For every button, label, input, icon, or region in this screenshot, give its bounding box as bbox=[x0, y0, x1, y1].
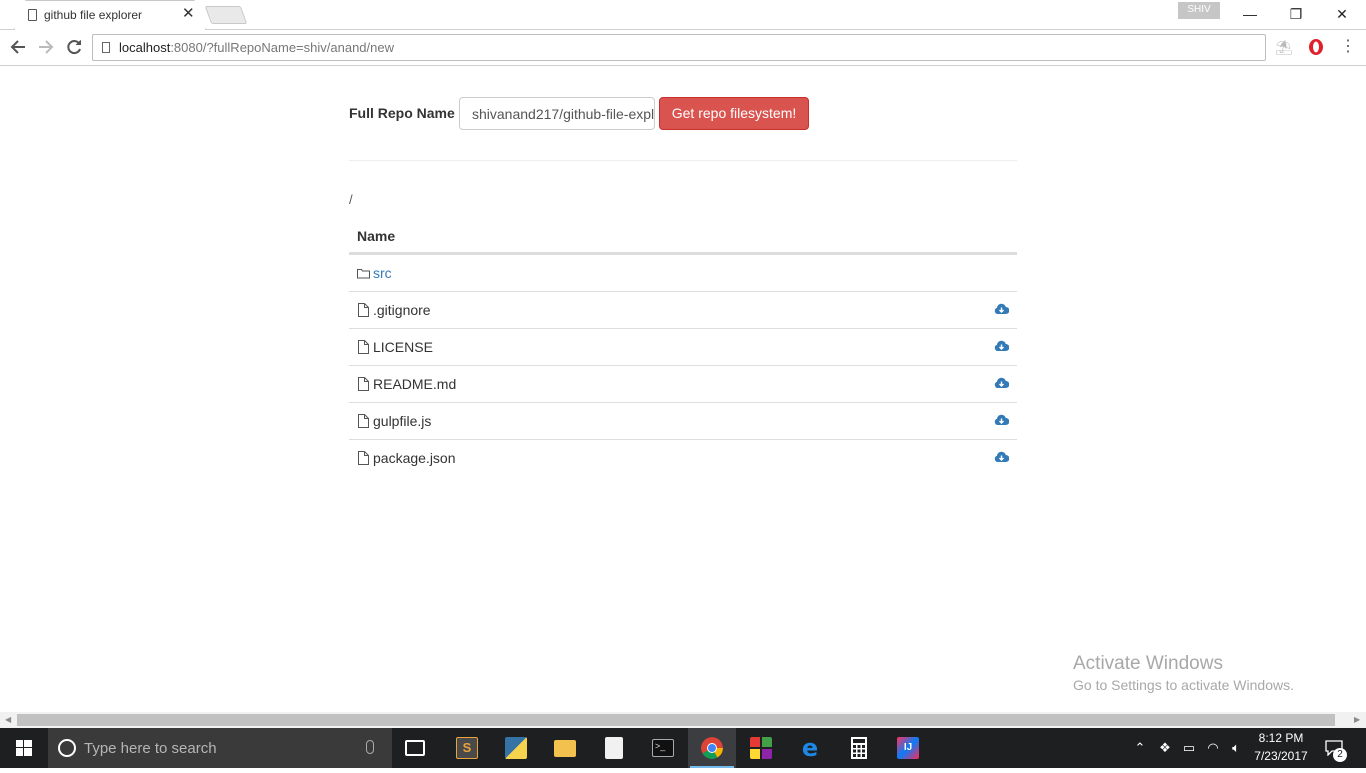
cortana-icon bbox=[58, 739, 76, 757]
table-row[interactable]: LICENSE bbox=[349, 328, 1017, 365]
task-view-icon bbox=[405, 740, 425, 756]
reload-icon[interactable] bbox=[63, 36, 85, 58]
url-path: :8080/?fullRepoName=shiv/anand/new bbox=[170, 40, 394, 55]
page-content: Full Repo Name shivanand217/github-file-… bbox=[0, 66, 1366, 712]
url-host: localhost bbox=[119, 40, 171, 55]
table-row[interactable]: package.json bbox=[349, 439, 1017, 476]
clock-date[interactable]: 7/23/2017 bbox=[1250, 749, 1312, 763]
download-cloud-icon[interactable] bbox=[994, 340, 1010, 353]
file-icon bbox=[357, 414, 370, 428]
close-window-button[interactable]: ✕ bbox=[1319, 0, 1365, 30]
row-name[interactable]: src bbox=[373, 265, 392, 281]
dropbox-icon[interactable]: ❖ bbox=[1157, 740, 1173, 756]
file-icon bbox=[357, 451, 370, 465]
forward-arrow-icon[interactable] bbox=[35, 36, 57, 58]
taskbar-app-sublime[interactable]: S bbox=[443, 728, 491, 768]
edge-icon: e bbox=[801, 734, 819, 762]
start-button[interactable] bbox=[0, 728, 48, 768]
divider bbox=[349, 160, 1017, 161]
browser-tab[interactable]: github file explorer ✕ bbox=[14, 0, 206, 30]
opera-extension-icon[interactable] bbox=[1307, 38, 1325, 56]
tray-chevron-up-icon[interactable]: ⌃ bbox=[1132, 740, 1148, 756]
sublime-text-icon: S bbox=[456, 737, 478, 759]
extension-icon[interactable]: ⛱ bbox=[1275, 38, 1293, 56]
taskbar-app-tiles[interactable] bbox=[737, 728, 785, 768]
colored-tiles-icon bbox=[750, 737, 772, 759]
download-cloud-icon[interactable] bbox=[994, 303, 1010, 316]
scroll-right-arrow-icon[interactable]: ▶ bbox=[1354, 715, 1360, 724]
clock-time[interactable]: 8:12 PM bbox=[1250, 731, 1312, 745]
scroll-left-arrow-icon[interactable]: ◀ bbox=[5, 715, 11, 724]
menu-kebab-icon[interactable]: ⋮ bbox=[1339, 38, 1357, 56]
scrollbar-thumb[interactable] bbox=[17, 714, 1335, 726]
table-row[interactable]: src bbox=[349, 254, 1017, 291]
microphone-icon[interactable] bbox=[366, 740, 374, 754]
python-icon bbox=[505, 737, 527, 759]
file-table: Name src .gitignore LICENSE README.md gu… bbox=[349, 217, 1017, 476]
new-tab-button[interactable] bbox=[204, 6, 248, 24]
file-icon bbox=[357, 303, 370, 317]
minimize-button[interactable]: — bbox=[1227, 0, 1273, 30]
table-row[interactable]: .gitignore bbox=[349, 291, 1017, 328]
battery-icon[interactable]: ▭ bbox=[1181, 740, 1197, 756]
back-arrow-icon[interactable] bbox=[7, 36, 29, 58]
wifi-icon[interactable]: ◠ bbox=[1205, 740, 1221, 756]
calculator-icon bbox=[851, 737, 867, 759]
restore-button[interactable]: ❐ bbox=[1273, 0, 1319, 30]
profile-badge[interactable]: SHIV bbox=[1178, 2, 1220, 19]
chrome-icon bbox=[701, 737, 723, 759]
row-name: LICENSE bbox=[373, 339, 433, 355]
taskbar-app-python[interactable] bbox=[492, 728, 540, 768]
taskbar-app-terminal[interactable]: >_ bbox=[639, 728, 687, 768]
taskbar-app-explorer[interactable] bbox=[541, 728, 589, 768]
repo-name-value: shivanand217/github-file-explorer bbox=[472, 106, 655, 122]
search-placeholder: Type here to search bbox=[84, 740, 217, 757]
notepad-icon bbox=[605, 737, 623, 759]
repo-name-label: Full Repo Name bbox=[349, 105, 455, 121]
taskbar-search[interactable]: Type here to search bbox=[48, 728, 392, 768]
activation-watermark-subtitle: Go to Settings to activate Windows. bbox=[1073, 677, 1294, 693]
table-row[interactable]: gulpfile.js bbox=[349, 402, 1017, 439]
taskbar-app-intellij[interactable]: IJ bbox=[884, 728, 932, 768]
row-name: README.md bbox=[373, 376, 457, 392]
taskbar-app-edge[interactable]: e bbox=[786, 728, 834, 768]
download-cloud-icon[interactable] bbox=[994, 414, 1010, 427]
address-url: localhost:8080/?fullRepoName=shiv/anand/… bbox=[119, 40, 394, 55]
windows-taskbar: Type here to search S >_ e IJ ⌃ ❖ ▭ ◠ 🔈︎… bbox=[0, 728, 1366, 768]
download-cloud-icon[interactable] bbox=[994, 377, 1010, 390]
breadcrumb[interactable]: / bbox=[349, 192, 353, 207]
file-icon bbox=[357, 377, 370, 391]
folder-icon bbox=[357, 266, 370, 280]
row-name: gulpfile.js bbox=[373, 413, 432, 429]
task-view-button[interactable] bbox=[392, 728, 440, 768]
windows-logo-icon bbox=[16, 740, 32, 756]
tab-close-icon[interactable]: ✕ bbox=[182, 5, 195, 23]
download-cloud-icon[interactable] bbox=[994, 451, 1010, 464]
row-name: package.json bbox=[373, 450, 456, 466]
taskbar-app-notepad[interactable] bbox=[590, 728, 638, 768]
column-header-name: Name bbox=[349, 217, 1017, 254]
terminal-icon: >_ bbox=[652, 739, 674, 757]
horizontal-scrollbar[interactable]: ◀ ▶ bbox=[0, 712, 1366, 728]
volume-icon[interactable]: 🔈︎ bbox=[1228, 740, 1244, 756]
get-repo-filesystem-button[interactable]: Get repo filesystem! bbox=[659, 97, 809, 130]
browser-titlebar: github file explorer ✕ SHIV — ❐ ✕ bbox=[0, 0, 1366, 30]
browser-toolbar: localhost:8080/?fullRepoName=shiv/anand/… bbox=[0, 30, 1366, 66]
file-icon bbox=[357, 340, 370, 354]
row-name: .gitignore bbox=[373, 302, 431, 318]
intellij-icon: IJ bbox=[897, 737, 919, 759]
repo-name-input[interactable]: shivanand217/github-file-explorer bbox=[459, 97, 655, 130]
address-bar[interactable]: localhost:8080/?fullRepoName=shiv/anand/… bbox=[92, 34, 1266, 61]
taskbar-app-chrome[interactable] bbox=[688, 728, 736, 768]
tab-title: github file explorer bbox=[44, 8, 143, 22]
activation-watermark-title: Activate Windows bbox=[1073, 653, 1223, 674]
table-row[interactable]: README.md bbox=[349, 365, 1017, 402]
page-info-icon[interactable] bbox=[102, 42, 110, 53]
page-favicon-icon bbox=[28, 9, 37, 21]
taskbar-app-calculator[interactable] bbox=[835, 728, 883, 768]
notification-count-badge: 2 bbox=[1333, 748, 1347, 762]
file-explorer-icon bbox=[554, 740, 576, 757]
